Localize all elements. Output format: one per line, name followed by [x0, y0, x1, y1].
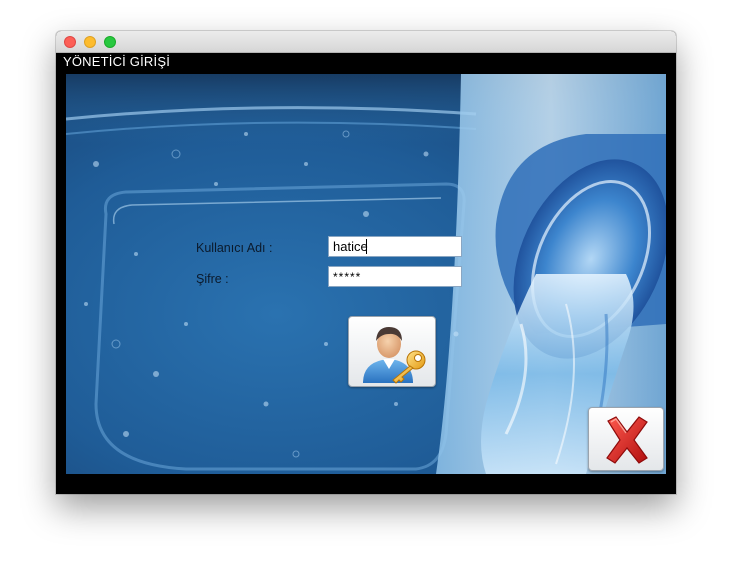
window-content: YÖNETİCİ GİRİŞİ Kullanıcı Adı: hatice Ş…	[56, 53, 676, 494]
close-button[interactable]	[588, 407, 664, 471]
window-close-button[interactable]	[64, 36, 76, 48]
password-label: Şifre :	[196, 272, 229, 286]
red-x-icon	[606, 416, 648, 464]
login-button[interactable]	[348, 316, 436, 387]
user-key-icon	[363, 327, 426, 384]
login-window: YÖNETİCİ GİRİŞİ Kullanıcı Adı: hatice Ş…	[56, 31, 676, 494]
password-field[interactable]	[328, 266, 462, 287]
text-caret	[366, 239, 367, 254]
window-maximize-button[interactable]	[104, 36, 116, 48]
username-label: Kullanıcı Adı :	[196, 241, 273, 255]
title-bar	[56, 31, 676, 53]
window-minimize-button[interactable]	[84, 36, 96, 48]
username-field[interactable]	[328, 236, 462, 257]
form-title: YÖNETİCİ GİRİŞİ	[63, 54, 171, 69]
